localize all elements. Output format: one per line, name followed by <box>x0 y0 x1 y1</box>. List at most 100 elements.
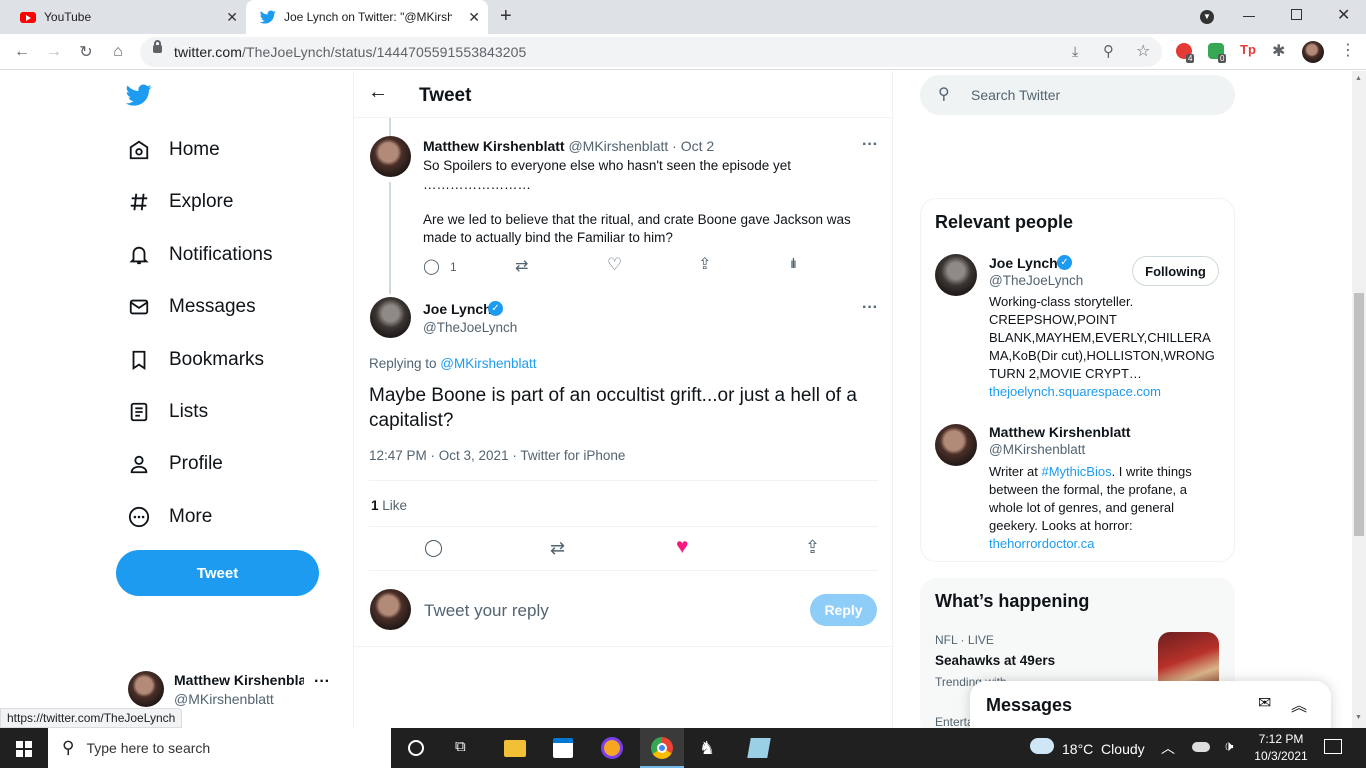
hashtag-link[interactable]: #MythicBios <box>1042 464 1112 479</box>
install-icon[interactable]: ⤓ <box>1072 43 1078 60</box>
search-box[interactable]: ⚲ Search Twitter <box>920 75 1235 115</box>
reply-button[interactable]: Reply <box>810 594 877 626</box>
composer-avatar <box>370 589 411 630</box>
back-icon[interactable]: ← <box>12 42 32 62</box>
trend-title[interactable]: Seahawks at 49ers <box>935 653 1055 668</box>
bio-link[interactable]: thejoelynch.squarespace.com <box>989 383 1215 401</box>
person-avatar[interactable] <box>935 254 977 296</box>
replying-to: Replying to @MKirshenblatt <box>369 356 537 371</box>
reply-icon[interactable]: ◯ <box>423 257 440 275</box>
restore-icon[interactable] <box>1291 9 1302 20</box>
page-scrollbar[interactable]: ▲ ▼ <box>1352 71 1366 728</box>
tab-youtube[interactable]: YouTube ✕ <box>0 0 246 34</box>
person-avatar[interactable] <box>935 424 977 466</box>
new-tab-icon[interactable]: + <box>500 5 512 28</box>
person-name[interactable]: Matthew Kirshenblatt <box>989 424 1131 440</box>
tab-search-icon[interactable]: ▼ <box>1200 10 1214 24</box>
account-avatar <box>128 671 164 707</box>
windows-start-icon[interactable] <box>16 741 32 757</box>
hashtag-icon <box>130 193 148 211</box>
brave-icon[interactable] <box>601 737 623 759</box>
weather-text[interactable]: 18°C Cloudy <box>1062 741 1145 757</box>
extension-tp-icon[interactable]: Tp <box>1240 42 1256 57</box>
tweet-author-name[interactable]: Joe Lynch <box>423 301 492 317</box>
nav-bookmarks[interactable]: Bookmarks <box>128 340 264 380</box>
nav-messages[interactable]: Messages <box>128 287 256 327</box>
messages-drawer[interactable]: Messages ✉ ︽ <box>970 681 1331 728</box>
analytics-icon[interactable]: ılı <box>790 255 797 271</box>
scroll-thumb[interactable] <box>1354 293 1364 536</box>
nav-lists[interactable]: Lists <box>128 392 208 432</box>
tweet-avatar[interactable] <box>370 136 411 177</box>
cortana-icon[interactable] <box>408 740 424 756</box>
store-icon[interactable] <box>553 738 573 758</box>
volume-icon[interactable]: 🕩 <box>1224 738 1233 755</box>
liked-heart-icon[interactable]: ♥ <box>676 535 688 559</box>
twitter-logo-icon[interactable] <box>126 84 152 106</box>
account-switcher[interactable]: Matthew Kirshenblat @MKirshenblatt ··· <box>120 665 340 711</box>
home-icon[interactable]: ⌂ <box>108 42 128 62</box>
close-tab-icon[interactable]: ✕ <box>468 9 480 26</box>
twitter-page: Home Explore Notifications Messages Book… <box>0 71 1352 728</box>
chevron-up-icon[interactable]: ︿ <box>1161 738 1175 758</box>
menu-dots-icon[interactable]: ⋮ <box>1340 40 1356 60</box>
like-heart-icon[interactable]: ♡ <box>607 255 622 275</box>
chevron-up-icon[interactable]: ︽ <box>1291 692 1307 716</box>
bio-link[interactable]: thehorrordoctor.ca <box>989 535 1192 553</box>
parent-tweet[interactable]: Matthew Kirshenblatt @MKirshenblatt · Oc… <box>354 133 893 283</box>
person-handle[interactable]: @TheJoeLynch <box>989 273 1083 288</box>
new-message-icon[interactable]: ✉ <box>1258 693 1271 713</box>
scroll-up-icon[interactable]: ▲ <box>1355 75 1362 82</box>
following-button[interactable]: Following <box>1132 256 1219 286</box>
chrome-taskbar-button[interactable] <box>640 728 684 768</box>
nav-notifications[interactable]: Notifications <box>128 235 273 275</box>
onedrive-icon[interactable] <box>1192 742 1210 752</box>
more-dots-icon: ··· <box>314 673 330 690</box>
nav-more[interactable]: More <box>128 497 212 537</box>
bookmark-star-icon[interactable]: ☆ <box>1136 41 1150 61</box>
close-tab-icon[interactable]: ✕ <box>226 9 238 26</box>
nav-label: Explore <box>169 191 234 212</box>
search-input[interactable]: Search Twitter <box>971 87 1060 103</box>
clock-time[interactable]: 7:12 PM <box>1256 732 1306 746</box>
nav-explore[interactable]: Explore <box>128 182 233 222</box>
tweet-author-handle[interactable]: @TheJoeLynch <box>423 320 517 335</box>
task-view-icon[interactable]: ⧉ <box>455 738 466 755</box>
share-icon[interactable]: ⇪ <box>698 254 711 274</box>
reply-input[interactable]: Tweet your reply <box>424 601 549 621</box>
taskbar-search-input[interactable]: Type here to search <box>86 740 210 756</box>
forward-icon[interactable]: → <box>44 42 64 62</box>
scroll-down-icon[interactable]: ▼ <box>1355 714 1362 721</box>
person-name[interactable]: Joe Lynch <box>989 255 1058 271</box>
minimize-icon[interactable] <box>1243 16 1255 17</box>
zoom-icon[interactable]: ⚲ <box>1103 42 1114 60</box>
tweet-more-icon[interactable]: ··· <box>862 136 878 154</box>
weather-cloud-icon[interactable] <box>1030 738 1054 754</box>
close-window-icon[interactable]: ✕ <box>1337 5 1350 25</box>
notes-app-icon[interactable] <box>747 738 771 758</box>
tweet-avatar[interactable] <box>370 297 411 338</box>
back-arrow-icon[interactable]: ← <box>368 81 388 104</box>
clock-date[interactable]: 10/3/2021 <box>1252 749 1310 763</box>
retweet-icon[interactable]: ⇄ <box>550 538 565 559</box>
profile-avatar[interactable] <box>1302 41 1324 63</box>
nav-profile[interactable]: Profile <box>128 444 223 484</box>
tweet-timestamp[interactable]: 12:47 PM · Oct 3, 2021 · Twitter for iPh… <box>369 448 625 463</box>
replying-handle-link[interactable]: @MKirshenblatt <box>440 356 536 371</box>
taskbar-search[interactable]: ⚲ Type here to search <box>48 728 391 768</box>
reply-icon[interactable]: ◯ <box>424 538 443 558</box>
tweet-stats[interactable]: 1 Like <box>369 480 878 527</box>
retweet-icon[interactable]: ⇄ <box>515 256 528 276</box>
tweet-more-icon[interactable]: ··· <box>862 299 878 317</box>
tab-twitter[interactable]: Joe Lynch on Twitter: "@MKirshenblatt ✕ <box>246 0 488 34</box>
reload-icon[interactable]: ↻ <box>76 42 96 62</box>
notification-center-icon[interactable] <box>1324 739 1342 754</box>
app-icon[interactable]: ♞ <box>699 738 715 759</box>
nav-home[interactable]: Home <box>128 130 220 170</box>
extensions-puzzle-icon[interactable]: ✱ <box>1272 41 1285 61</box>
share-icon[interactable]: ⇪ <box>805 537 820 558</box>
person-handle[interactable]: @MKirshenblatt <box>989 442 1085 457</box>
compose-tweet-button[interactable]: Tweet <box>116 550 319 596</box>
address-bar[interactable]: twitter.com/TheJoeLynch/status/144470559… <box>140 37 1162 67</box>
file-explorer-icon[interactable] <box>504 740 526 757</box>
